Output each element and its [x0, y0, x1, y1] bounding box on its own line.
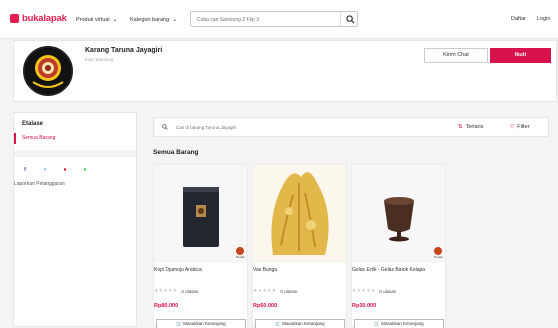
filter-button[interactable]: ▽ Filter: [510, 124, 529, 130]
product-card[interactable]: Vas Bunga ★★★★★ 0 ulasan Rp60.000 🛒 Masu…: [252, 164, 347, 328]
section-title: Semua Barang: [153, 149, 199, 156]
report-link[interactable]: Laporkan Pelanggaran: [14, 181, 65, 187]
product-card[interactable]: Pendo Kopi Djamoju Arabica ★★★★★ 0 ulasa…: [153, 164, 248, 328]
facebook-icon[interactable]: f: [20, 166, 30, 174]
badge-icon: [236, 247, 244, 255]
product-rating: ★★★★★ 0 ulasan: [154, 288, 198, 294]
product-name[interactable]: Vas Bunga: [253, 267, 277, 273]
top-navbar: bukalapak Produk virtual ⌄ Kategori bara…: [0, 0, 558, 39]
product-search-input[interactable]: [174, 123, 428, 131]
store-header-card: Karang Taruna Jayagiri Kab. Bandung Kiri…: [13, 40, 557, 102]
menu-produk-virtual-label: Produk virtual: [76, 16, 110, 23]
menu-kategori-label: Kategori barang: [130, 16, 170, 23]
badge-label: Pendo: [434, 255, 443, 259]
badge-icon: [434, 247, 442, 255]
review-count: 0 ulasan: [181, 288, 199, 294]
search-icon: [162, 124, 168, 130]
cart-icon: 🛒: [275, 321, 282, 326]
product-rating: ★★★★★ 0 ulasan: [352, 288, 396, 294]
store-badge: Pendo: [433, 247, 444, 260]
pinterest-icon[interactable]: ●: [60, 166, 70, 174]
send-chat-button[interactable]: Kirim Chat: [424, 48, 488, 63]
global-search: [190, 11, 358, 27]
sidebar-item-semua-barang[interactable]: Semua Barang: [14, 133, 129, 144]
product-rating: ★★★★★ 0 ulasan: [253, 288, 297, 294]
add-to-cart-label: Masukkan Keranjang: [183, 321, 226, 326]
menu-produk-virtual[interactable]: Produk virtual ⌄: [76, 16, 118, 24]
product-price: Rp60.000: [253, 303, 278, 309]
social-share: f • ● ●: [20, 166, 100, 174]
etalase-title: Etalase: [22, 121, 44, 127]
filter-label: Filter: [517, 124, 530, 130]
product-name[interactable]: Gelas Ertik - Gelas Batok Kelapa: [352, 267, 425, 273]
add-to-cart-label: Masukkan Keranjang: [381, 321, 424, 326]
sidebar-divider: [14, 150, 136, 157]
store-logo-emblem: [25, 48, 71, 94]
chevron-down-icon: ⌄: [172, 17, 178, 23]
review-count: 0 ulasan: [280, 288, 298, 294]
star-icons: ★★★★★: [154, 288, 178, 294]
bukalapak-logo[interactable]: bukalapak: [10, 13, 67, 24]
product-price: Rp80.000: [154, 303, 179, 309]
menu-kategori-barang[interactable]: Kategori barang ⌄: [130, 16, 178, 24]
star-icons: ★★★★★: [352, 288, 376, 294]
cart-icon: 🛒: [374, 321, 381, 326]
review-count: 0 ulasan: [379, 288, 397, 294]
store-location: Kab. Bandung: [85, 57, 114, 62]
search-button[interactable]: [340, 12, 359, 26]
product-price: Rp30.000: [352, 303, 377, 309]
store-avatar: [23, 46, 73, 96]
line-icon[interactable]: ●: [80, 166, 90, 174]
product-card[interactable]: Pendo Gelas Ertik - Gelas Batok Kelapa ★…: [351, 164, 446, 328]
coconut-glass-image: [352, 165, 445, 263]
vase-flower-image: [253, 165, 346, 263]
add-to-cart-label: Masukkan Keranjang: [282, 321, 325, 326]
product-search: [162, 122, 442, 132]
sort-icon: ⇅: [458, 124, 463, 130]
search-icon: [345, 14, 355, 24]
filter-icon: ▽: [510, 124, 515, 130]
follow-button[interactable]: Ikuti: [490, 48, 551, 63]
bukalapak-logo-icon: [10, 14, 19, 23]
daftar-link[interactable]: Daftar: [511, 16, 526, 22]
store-name: Karang Taruna Jayagiri: [85, 47, 163, 54]
product-image[interactable]: [154, 165, 247, 263]
chevron-down-icon: ⌄: [112, 17, 118, 23]
cart-icon: 🛒: [176, 321, 183, 326]
login-link[interactable]: Login: [537, 16, 550, 22]
etalase-sidebar: Etalase Semua Barang f • ● ● Laporkan Pe…: [13, 112, 137, 327]
search-input[interactable]: [195, 14, 339, 26]
badge-label: Pendo: [236, 255, 245, 259]
sort-label: Terlaris: [465, 124, 484, 130]
product-image[interactable]: [352, 165, 445, 263]
star-icons: ★★★★★: [253, 288, 277, 294]
product-name[interactable]: Kopi Djamoju Arabica: [154, 267, 202, 273]
store-badge: Pendo: [235, 247, 246, 260]
sort-dropdown[interactable]: ⇅ Terlaris: [458, 124, 483, 130]
logo-text: bukalapak: [22, 13, 67, 24]
product-image[interactable]: [253, 165, 346, 263]
twitter-icon[interactable]: •: [40, 166, 50, 174]
product-filter-bar: ⇅ Terlaris ▽ Filter: [153, 117, 549, 137]
coffee-bag-image: [154, 165, 247, 263]
